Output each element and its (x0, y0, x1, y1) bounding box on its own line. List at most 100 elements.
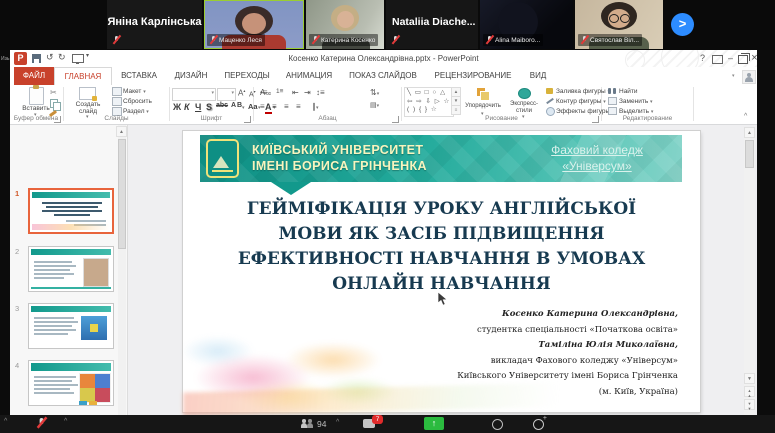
change-case-button[interactable]: Aa (248, 102, 258, 111)
numbering-button[interactable]: 1≡ (276, 88, 283, 95)
tab-transitions[interactable]: ПЕРЕХОДЫ (216, 67, 278, 85)
font-dialog-launcher[interactable] (244, 116, 251, 123)
mic-options-caret[interactable]: ^ (64, 418, 67, 425)
main-scrollbar[interactable]: ▲ ▼ ▲▲ ▼▼ (744, 127, 755, 415)
tab-animations[interactable]: АНИМАЦИЯ (278, 67, 340, 85)
start-slideshow-button[interactable] (72, 54, 84, 63)
align-left-button[interactable]: ≡ (260, 102, 265, 111)
help-button[interactable]: ? (696, 52, 709, 65)
layout-button[interactable]: Макет ▾ (112, 88, 146, 95)
participants-count[interactable]: 94 (317, 419, 326, 429)
tab-home[interactable]: ГЛАВНАЯ (54, 67, 112, 85)
next-participants-button[interactable]: > (671, 13, 694, 36)
grow-font-button[interactable]: А▴ (238, 88, 245, 98)
share-screen-button[interactable]: ↑ (424, 417, 444, 430)
participant-tile-dark[interactable]: Alina Maiboro... (480, 0, 573, 49)
find-button[interactable]: Найти (608, 88, 638, 95)
reset-button[interactable]: Сбросить (112, 98, 152, 105)
drawing-dialog-launcher[interactable] (592, 116, 599, 123)
line-spacing-button[interactable]: ↕≡ (316, 88, 325, 97)
reactions-button[interactable] (533, 419, 544, 430)
slide-title[interactable]: ГЕЙМІФІКАЦІЯ УРОКУ АНГЛІЙСЬКОЇ МОВИ ЯК З… (203, 197, 680, 297)
thumb-line (34, 261, 72, 263)
bullets-button[interactable]: •≡ (260, 88, 267, 97)
save-button[interactable] (32, 54, 41, 63)
shape-fill-button[interactable]: Заливка фигуры ▾ (546, 88, 610, 95)
customize-qat-button[interactable]: ▾ (86, 52, 89, 59)
thumbnail-scrollbar[interactable]: ▲ (118, 125, 126, 415)
thumbnail-scroll-up[interactable]: ▲ (116, 126, 127, 137)
previous-slide-button[interactable]: ▲▲ (744, 386, 755, 397)
tab-file[interactable]: ФАЙЛ (14, 67, 54, 85)
copy-icon[interactable] (50, 99, 58, 108)
tab-design[interactable]: ДИЗАЙН (166, 67, 216, 85)
slide-thumbnail-1[interactable] (28, 188, 114, 234)
select-button[interactable]: Выделить ▾ (608, 108, 653, 115)
tab-view[interactable]: ВИД (520, 67, 556, 85)
character-spacing-dropdown[interactable]: ▾ (242, 105, 245, 111)
tab-insert[interactable]: ВСТАВКА (112, 67, 166, 85)
paragraph-dialog-launcher[interactable] (392, 116, 399, 123)
toolbar-mic-muted-icon[interactable] (37, 417, 46, 430)
shrink-font-button[interactable]: А▾ (249, 89, 256, 98)
minimize-button[interactable]: – (724, 52, 737, 65)
scroll-down-button[interactable]: ▼ (744, 373, 755, 384)
participant-tile-camera-off[interactable]: Яніна Карлінська (107, 0, 202, 49)
section-button[interactable]: Раздел ▾ (112, 108, 149, 115)
font-name-combobox[interactable] (172, 88, 216, 101)
restore-button[interactable] (738, 55, 748, 64)
signin-account-icon[interactable] (742, 70, 756, 84)
participant-tile[interactable]: Святослав Віл... (575, 0, 663, 49)
avatar-face (337, 11, 354, 28)
strikethrough-button[interactable]: abc (216, 102, 228, 109)
arrange-button[interactable]: Упорядочить ▾ (462, 87, 504, 117)
underline-button[interactable]: Ч (195, 102, 201, 112)
shapes-gallery[interactable]: ╲ ▭ □ ○ △ ⇦ ⇨ ⇩ ▷ ☆ ( ) { } ☆ (404, 87, 454, 117)
align-text-button[interactable]: ▤▾ (370, 101, 379, 109)
italic-button[interactable]: К (184, 102, 190, 112)
text-direction-button[interactable]: ⇅▾ (370, 88, 379, 97)
align-right-button[interactable]: ≡ (284, 102, 289, 111)
decrease-indent-button[interactable]: ⇤ (292, 88, 299, 97)
record-button[interactable] (492, 419, 503, 430)
shape-effects-button[interactable]: Эффекты фигуры ▾ (546, 108, 615, 115)
replace-button[interactable]: Заменить ▾ (608, 98, 653, 105)
participant-tile-camera-off[interactable]: Nataliia Diache... (386, 0, 478, 49)
slide-thumbnail-3[interactable] (28, 303, 114, 349)
clipboard-dialog-launcher[interactable] (54, 116, 61, 123)
shapes-gallery-more[interactable]: ≡ (451, 105, 461, 115)
text-shadow-button[interactable]: S (206, 102, 212, 112)
tab-slideshow[interactable]: ПОКАЗ СЛАЙДОВ (340, 67, 426, 85)
increase-indent-button[interactable]: ⇥ (304, 88, 311, 97)
bold-button[interactable]: Ж (173, 102, 181, 112)
scroll-up-button[interactable]: ▲ (744, 127, 755, 138)
columns-button[interactable]: ∥▾ (312, 102, 319, 111)
ribbon-display-options-button[interactable] (712, 55, 723, 64)
redo-button[interactable]: ↻ (58, 52, 66, 63)
tab-review[interactable]: РЕЦЕНЗИРОВАНИЕ (426, 67, 520, 85)
new-slide-button[interactable]: Создать слайд ▾ (68, 87, 108, 117)
scroll-thumb[interactable] (745, 140, 754, 168)
slide-thumbnail-2[interactable] (28, 246, 114, 292)
shape-outline-button[interactable]: Контур фигуры ▾ (546, 98, 606, 105)
justify-button[interactable]: ≡ (296, 102, 301, 111)
chat-icon[interactable]: 7 (363, 419, 375, 428)
current-slide[interactable]: КИЇВСЬКИЙ УНІВЕРСИТЕТ ІМЕНІ БОРИСА ГРІНЧ… (183, 131, 700, 412)
quick-styles-button[interactable]: Экспресс-стили ▾ (506, 87, 542, 117)
font-color-button[interactable]: А (265, 102, 272, 114)
powerpoint-app-icon[interactable]: P (14, 52, 27, 65)
slide-thumbnail-4[interactable] (28, 360, 114, 406)
participant-tile-active-speaker[interactable]: Маценко Леся (204, 0, 304, 49)
next-slide-button[interactable]: ▼▼ (744, 399, 755, 410)
toolbar-expand-caret[interactable]: ^ (4, 418, 7, 425)
align-center-button[interactable]: ≡ (272, 102, 277, 111)
participants-caret[interactable]: ^ (336, 419, 339, 426)
signin-dropdown-icon[interactable]: ▾ (732, 73, 735, 79)
thumbnail-scroll-thumb[interactable] (118, 139, 126, 249)
collapse-ribbon-button[interactable]: ^ (744, 113, 747, 120)
cut-icon[interactable]: ✂ (50, 88, 57, 97)
font-size-combobox[interactable] (217, 88, 236, 101)
participant-tile[interactable]: Катерина Косенко (306, 0, 384, 49)
undo-button[interactable]: ↺ (46, 52, 54, 63)
close-button[interactable]: × (748, 52, 757, 65)
